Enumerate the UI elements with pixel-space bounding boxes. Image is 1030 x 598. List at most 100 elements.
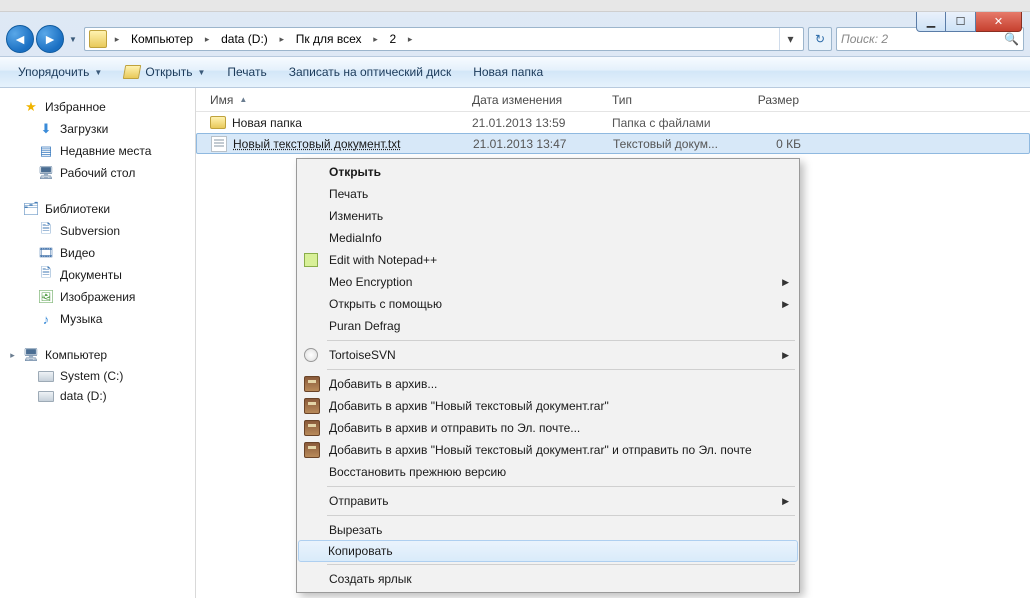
doc-icon: 🗎 — [38, 267, 54, 283]
chevron-down-icon: ▼ — [94, 68, 102, 77]
context-menu-label: Вырезать — [329, 523, 382, 537]
sidebar-item-recent[interactable]: ▤Недавние места — [0, 140, 195, 162]
context-menu-label: Отправить — [329, 494, 389, 508]
toolbar-burn[interactable]: Записать на оптический диск — [279, 61, 462, 83]
sidebar: ★Избранное ⬇Загрузки ▤Недавние места 🖥Ра… — [0, 88, 196, 598]
chevron-right-icon[interactable]: ▸ — [402, 28, 418, 50]
chevron-right-icon[interactable]: ▸ — [368, 28, 384, 50]
column-headers: Имя▲ Дата изменения Тип Размер — [196, 88, 1030, 112]
context-menu-item[interactable]: Добавить в архив... — [299, 373, 797, 395]
chevron-right-icon: ▶ — [782, 277, 789, 288]
col-size[interactable]: Размер — [732, 88, 808, 111]
star-icon: ★ — [23, 99, 39, 115]
sidebar-item-data-d[interactable]: data (D:) — [0, 386, 195, 406]
context-menu-item[interactable]: Edit with Notepad++ — [299, 249, 797, 271]
rar-icon — [304, 376, 320, 392]
chevron-right-icon[interactable]: ▸ — [109, 28, 125, 50]
folder-icon — [89, 30, 107, 48]
context-menu-item[interactable]: Изменить — [299, 205, 797, 227]
context-menu-item[interactable]: Добавить в архив "Новый текстовый докуме… — [299, 395, 797, 417]
context-menu-item[interactable]: MediaInfo — [299, 227, 797, 249]
sidebar-head-favorites[interactable]: ★Избранное — [0, 96, 195, 118]
breadcrumb[interactable]: ▸ Компьютер ▸ data (D:) ▸ Пк для всех ▸ … — [84, 27, 804, 51]
context-menu: Открыть Печать ИзменитьMediaInfoEdit with … — [296, 158, 800, 593]
computer-icon: 🖥 — [23, 347, 39, 363]
context-menu-label: Добавить в архив... — [329, 377, 437, 391]
context-menu-item[interactable]: Отправить ▶ — [299, 490, 797, 512]
context-menu-label: Восстановить прежнюю версию — [329, 465, 506, 479]
context-menu-label: Открыть с помощью — [329, 297, 442, 311]
doc-icon: 🗎 — [38, 223, 54, 239]
sidebar-item-video[interactable]: 🎞Видео — [0, 242, 195, 264]
sidebar-item-images[interactable]: 🖼Изображения — [0, 286, 195, 308]
sidebar-item-desktop[interactable]: 🖥Рабочий стол — [0, 162, 195, 184]
file-list: Новая папка21.01.2013 13:59Папка с файла… — [196, 112, 1030, 154]
close-button[interactable]: ✕ — [976, 12, 1022, 32]
context-menu-item[interactable]: Создать ярлык — [299, 568, 797, 590]
toolbar-organize[interactable]: Упорядочить▼ — [8, 61, 112, 83]
sidebar-head-computer[interactable]: ▸🖥Компьютер — [0, 344, 195, 366]
context-menu-label: Puran Defrag — [329, 319, 400, 333]
chevron-right-icon: ▶ — [782, 299, 789, 310]
context-menu-label: Копировать — [328, 544, 393, 558]
context-menu-label: Meo Encryption — [329, 275, 412, 289]
breadcrumb-dropdown[interactable]: ▾ — [779, 28, 801, 50]
search-placeholder: Поиск: 2 — [841, 32, 888, 46]
file-type: Папка с файлами — [604, 116, 732, 130]
toolbar-print[interactable]: Печать — [217, 61, 276, 83]
maximize-button[interactable]: ☐ — [946, 12, 976, 32]
chevron-right-icon[interactable]: ▸ — [274, 28, 290, 50]
sidebar-item-documents[interactable]: 🗎Документы — [0, 264, 195, 286]
context-menu-separator — [327, 340, 795, 341]
context-menu-label: Добавить в архив "Новый текстовый докуме… — [329, 399, 609, 413]
chevron-right-icon: ▶ — [782, 496, 789, 507]
search-icon: 🔍 — [1004, 32, 1019, 46]
col-date[interactable]: Дата изменения — [464, 88, 604, 111]
file-date: 21.01.2013 13:59 — [464, 116, 604, 130]
context-menu-item[interactable]: TortoiseSVN▶ — [299, 344, 797, 366]
context-menu-item[interactable]: Meo Encryption ▶ — [299, 271, 797, 293]
background-window-strip — [0, 0, 1030, 12]
context-menu-label: Печать — [329, 187, 368, 201]
expand-icon[interactable]: ▸ — [8, 350, 17, 361]
context-menu-item[interactable]: Печать — [299, 183, 797, 205]
context-menu-item[interactable]: Восстановить прежнюю версию — [299, 461, 797, 483]
refresh-button[interactable]: ↻ — [808, 27, 832, 51]
sidebar-item-system-c[interactable]: System (C:) — [0, 366, 195, 386]
np-icon — [304, 253, 318, 267]
sidebar-head-libraries[interactable]: 🗂Библиотеки — [0, 198, 195, 220]
table-row[interactable]: Новый текстовый документ.txt21.01.2013 1… — [196, 133, 1030, 154]
context-menu-item[interactable]: Копировать — [298, 540, 798, 562]
context-menu-item[interactable]: Открыть с помощью ▶ — [299, 293, 797, 315]
table-row[interactable]: Новая папка21.01.2013 13:59Папка с файла… — [196, 112, 1030, 133]
breadcrumb-seg-computer[interactable]: Компьютер — [125, 28, 199, 50]
back-button[interactable]: ◄ — [6, 25, 34, 53]
context-menu-item[interactable]: Вырезать — [299, 519, 797, 541]
context-menu-separator — [327, 486, 795, 487]
desktop-icon: 🖥 — [38, 165, 54, 181]
minimize-button[interactable]: ▁ — [916, 12, 946, 32]
history-dropdown[interactable]: ▼ — [66, 25, 80, 53]
breadcrumb-seg-folder1[interactable]: Пк для всех — [290, 28, 368, 50]
video-icon: 🎞 — [38, 245, 54, 261]
toolbar-newfolder[interactable]: Новая папка — [463, 61, 553, 83]
context-menu-item[interactable]: Добавить в архив и отправить по Эл. почт… — [299, 417, 797, 439]
breadcrumb-seg-folder2[interactable]: 2 — [384, 28, 403, 50]
context-menu-item[interactable]: Открыть — [299, 161, 797, 183]
chevron-right-icon[interactable]: ▸ — [199, 28, 215, 50]
context-menu-item[interactable]: Puran Defrag — [299, 315, 797, 337]
breadcrumb-seg-drive[interactable]: data (D:) — [215, 28, 274, 50]
col-type[interactable]: Тип — [604, 88, 732, 111]
col-name[interactable]: Имя▲ — [202, 88, 464, 111]
context-menu-item[interactable]: Добавить в архив "Новый текстовый докуме… — [299, 439, 797, 461]
sort-asc-icon: ▲ — [239, 95, 247, 104]
drive-icon — [38, 371, 54, 382]
sidebar-item-subversion[interactable]: 🗎Subversion — [0, 220, 195, 242]
forward-button[interactable]: ► — [36, 25, 64, 53]
folder-icon — [210, 116, 226, 129]
sidebar-item-downloads[interactable]: ⬇Загрузки — [0, 118, 195, 140]
sidebar-item-music[interactable]: ♪Музыка — [0, 308, 195, 330]
context-menu-label: Создать ярлык — [329, 572, 412, 586]
rar-icon — [304, 398, 320, 414]
toolbar-open[interactable]: Открыть▼ — [114, 61, 215, 83]
